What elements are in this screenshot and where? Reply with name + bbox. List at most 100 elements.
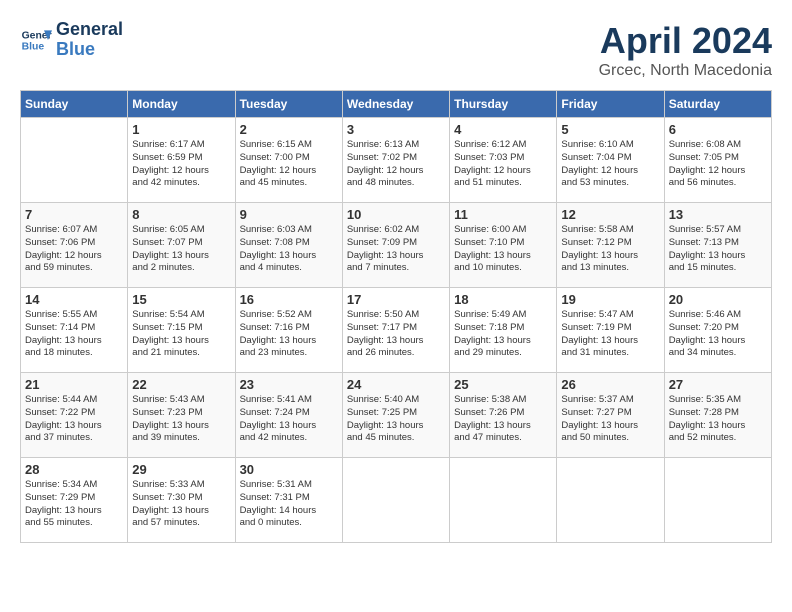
- day-number: 7: [25, 207, 123, 222]
- calendar-cell: 12 Sunrise: 5:58 AM Sunset: 7:12 PM Dayli…: [557, 203, 664, 288]
- day-info: Sunrise: 5:38 AM Sunset: 7:26 PM Dayligh…: [454, 394, 552, 445]
- day-number: 6: [669, 122, 767, 137]
- calendar-cell: 19Sunrise: 5:47 AM Sunset: 7:19 PM Dayli…: [557, 288, 664, 373]
- day-info: Sunrise: 5:46 AM Sunset: 7:20 PM Dayligh…: [669, 309, 767, 360]
- calendar-cell: 16 Sunrise: 5:52 AM Sunset: 7:16 PM Dayli…: [235, 288, 342, 373]
- day-number: 21: [25, 377, 123, 392]
- calendar-cell: 13Sunrise: 5:57 AM Sunset: 7:13 PM Dayli…: [664, 203, 771, 288]
- day-info: Sunrise: 6:12 AM Sunset: 7:03 PM Dayligh…: [454, 139, 552, 190]
- calendar-week-5: 28Sunrise: 5:34 AM Sunset: 7:29 PM Dayli…: [21, 458, 772, 543]
- header-cell-tuesday: Tuesday: [235, 91, 342, 118]
- day-number: 3: [347, 122, 445, 137]
- day-info: Sunrise: 5:58 AM Sunset: 7:12 PM Dayligh…: [561, 224, 659, 275]
- calendar-header-row: SundayMondayTuesdayWednesdayThursdayFrid…: [21, 91, 772, 118]
- calendar-cell: 4 Sunrise: 6:12 AM Sunset: 7:03 PM Daylig…: [450, 118, 557, 203]
- day-info: Sunrise: 5:54 AM Sunset: 7:15 PM Dayligh…: [132, 309, 230, 360]
- day-number: 30: [240, 462, 338, 477]
- header-cell-monday: Monday: [128, 91, 235, 118]
- calendar-cell: 7 Sunrise: 6:07 AM Sunset: 7:06 PM Daylig…: [21, 203, 128, 288]
- calendar-cell: [664, 458, 771, 543]
- location-subtitle: Grcec, North Macedonia: [599, 62, 772, 80]
- calendar-cell: 29 Sunrise: 5:33 AM Sunset: 7:30 PM Dayli…: [128, 458, 235, 543]
- day-number: 27: [669, 377, 767, 392]
- day-info: Sunrise: 6:03 AM Sunset: 7:08 PM Dayligh…: [240, 224, 338, 275]
- day-number: 26: [561, 377, 659, 392]
- day-info: Sunrise: 6:15 AM Sunset: 7:00 PM Dayligh…: [240, 139, 338, 190]
- day-number: 9: [240, 207, 338, 222]
- day-number: 18: [454, 292, 552, 307]
- calendar-cell: 24Sunrise: 5:40 AM Sunset: 7:25 PM Dayli…: [342, 373, 449, 458]
- day-number: 2: [240, 122, 338, 137]
- calendar-cell: 23Sunrise: 5:41 AM Sunset: 7:24 PM Dayli…: [235, 373, 342, 458]
- calendar-cell: 1Sunrise: 6:17 AM Sunset: 6:59 PM Daylig…: [128, 118, 235, 203]
- calendar-cell: 22Sunrise: 5:43 AM Sunset: 7:23 PM Dayli…: [128, 373, 235, 458]
- calendar-cell: 6 Sunrise: 6:08 AM Sunset: 7:05 PM Daylig…: [664, 118, 771, 203]
- calendar-cell: 27 Sunrise: 5:35 AM Sunset: 7:28 PM Dayli…: [664, 373, 771, 458]
- day-number: 14: [25, 292, 123, 307]
- day-info: Sunrise: 5:49 AM Sunset: 7:18 PM Dayligh…: [454, 309, 552, 360]
- day-info: Sunrise: 5:41 AM Sunset: 7:24 PM Dayligh…: [240, 394, 338, 445]
- svg-text:Blue: Blue: [22, 41, 45, 52]
- day-info: Sunrise: 5:43 AM Sunset: 7:23 PM Dayligh…: [132, 394, 230, 445]
- calendar-week-4: 21 Sunrise: 5:44 AM Sunset: 7:22 PM Dayli…: [21, 373, 772, 458]
- calendar-cell: 11Sunrise: 6:00 AM Sunset: 7:10 PM Dayli…: [450, 203, 557, 288]
- header-cell-thursday: Thursday: [450, 91, 557, 118]
- day-info: Sunrise: 6:05 AM Sunset: 7:07 PM Dayligh…: [132, 224, 230, 275]
- calendar-cell: 15Sunrise: 5:54 AM Sunset: 7:15 PM Dayli…: [128, 288, 235, 373]
- title-area: April 2024 Grcec, North Macedonia: [599, 20, 772, 80]
- header-cell-sunday: Sunday: [21, 91, 128, 118]
- logo-icon: General Blue: [20, 24, 52, 56]
- calendar-cell: 5Sunrise: 6:10 AM Sunset: 7:04 PM Daylig…: [557, 118, 664, 203]
- month-title: April 2024: [599, 20, 772, 62]
- day-number: 24: [347, 377, 445, 392]
- day-number: 20: [669, 292, 767, 307]
- day-info: Sunrise: 6:08 AM Sunset: 7:05 PM Dayligh…: [669, 139, 767, 190]
- day-number: 29: [132, 462, 230, 477]
- calendar-cell: [342, 458, 449, 543]
- day-info: Sunrise: 5:35 AM Sunset: 7:28 PM Dayligh…: [669, 394, 767, 445]
- day-number: 28: [25, 462, 123, 477]
- day-number: 10: [347, 207, 445, 222]
- day-number: 8: [132, 207, 230, 222]
- day-number: 17: [347, 292, 445, 307]
- header: General Blue General Blue April 2024 Grc…: [20, 20, 772, 80]
- calendar-cell: 28Sunrise: 5:34 AM Sunset: 7:29 PM Dayli…: [21, 458, 128, 543]
- day-info: Sunrise: 5:31 AM Sunset: 7:31 PM Dayligh…: [240, 479, 338, 530]
- day-number: 12: [561, 207, 659, 222]
- calendar-cell: 2 Sunrise: 6:15 AM Sunset: 7:00 PM Daylig…: [235, 118, 342, 203]
- day-info: Sunrise: 6:02 AM Sunset: 7:09 PM Dayligh…: [347, 224, 445, 275]
- calendar-cell: 10 Sunrise: 6:02 AM Sunset: 7:09 PM Dayli…: [342, 203, 449, 288]
- day-number: 4: [454, 122, 552, 137]
- day-info: Sunrise: 5:33 AM Sunset: 7:30 PM Dayligh…: [132, 479, 230, 530]
- calendar-cell: [450, 458, 557, 543]
- calendar-cell: 17 Sunrise: 5:50 AM Sunset: 7:17 PM Dayli…: [342, 288, 449, 373]
- calendar-cell: [557, 458, 664, 543]
- day-info: Sunrise: 6:07 AM Sunset: 7:06 PM Dayligh…: [25, 224, 123, 275]
- day-info: Sunrise: 5:55 AM Sunset: 7:14 PM Dayligh…: [25, 309, 123, 360]
- calendar-cell: 9 Sunrise: 6:03 AM Sunset: 7:08 PM Daylig…: [235, 203, 342, 288]
- logo-text: General Blue: [56, 20, 123, 60]
- calendar-cell: 30 Sunrise: 5:31 AM Sunset: 7:31 PM Dayli…: [235, 458, 342, 543]
- day-number: 11: [454, 207, 552, 222]
- day-info: Sunrise: 5:44 AM Sunset: 7:22 PM Dayligh…: [25, 394, 123, 445]
- calendar-cell: 21 Sunrise: 5:44 AM Sunset: 7:22 PM Dayli…: [21, 373, 128, 458]
- day-number: 1: [132, 122, 230, 137]
- day-number: 13: [669, 207, 767, 222]
- day-info: Sunrise: 5:52 AM Sunset: 7:16 PM Dayligh…: [240, 309, 338, 360]
- calendar-cell: 18 Sunrise: 5:49 AM Sunset: 7:18 PM Dayli…: [450, 288, 557, 373]
- calendar-cell: 3 Sunrise: 6:13 AM Sunset: 7:02 PM Daylig…: [342, 118, 449, 203]
- calendar-cell: 25 Sunrise: 5:38 AM Sunset: 7:26 PM Dayli…: [450, 373, 557, 458]
- calendar-cell: 20 Sunrise: 5:46 AM Sunset: 7:20 PM Dayli…: [664, 288, 771, 373]
- calendar-week-1: 1Sunrise: 6:17 AM Sunset: 6:59 PM Daylig…: [21, 118, 772, 203]
- day-number: 25: [454, 377, 552, 392]
- header-cell-saturday: Saturday: [664, 91, 771, 118]
- calendar-cell: 26 Sunrise: 5:37 AM Sunset: 7:27 PM Dayli…: [557, 373, 664, 458]
- day-number: 16: [240, 292, 338, 307]
- day-info: Sunrise: 5:50 AM Sunset: 7:17 PM Dayligh…: [347, 309, 445, 360]
- day-info: Sunrise: 5:37 AM Sunset: 7:27 PM Dayligh…: [561, 394, 659, 445]
- calendar-week-3: 14 Sunrise: 5:55 AM Sunset: 7:14 PM Dayli…: [21, 288, 772, 373]
- logo: General Blue General Blue: [20, 20, 123, 60]
- header-cell-friday: Friday: [557, 91, 664, 118]
- calendar-table: SundayMondayTuesdayWednesdayThursdayFrid…: [20, 90, 772, 543]
- day-info: Sunrise: 6:13 AM Sunset: 7:02 PM Dayligh…: [347, 139, 445, 190]
